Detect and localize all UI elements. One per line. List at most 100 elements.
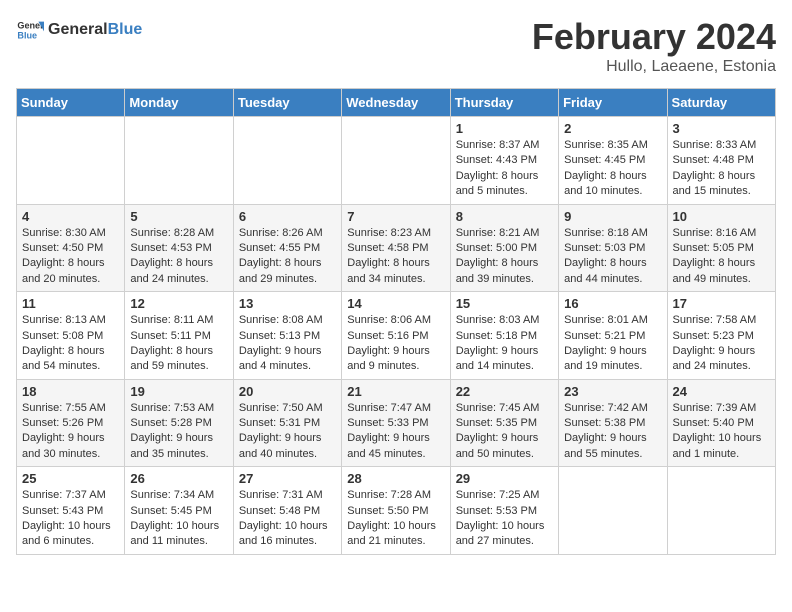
day-info: Sunrise: 8:35 AM Sunset: 4:45 PM Dayligh… [564, 138, 661, 200]
day-number: 27 [239, 471, 336, 486]
day-number: 19 [130, 384, 227, 399]
calendar-cell [125, 117, 233, 205]
calendar-cell: 26Sunrise: 7:34 AM Sunset: 5:45 PM Dayli… [125, 467, 233, 555]
day-number: 5 [130, 209, 227, 224]
header-tuesday: Tuesday [233, 89, 341, 117]
week-row-2: 4 Sunrise: 8:30 AM Sunset: 4:50 PM Daylig… [17, 204, 776, 292]
svg-text:Blue: Blue [17, 30, 37, 40]
calendar-cell [233, 117, 341, 205]
header-monday: Monday [125, 89, 233, 117]
week-row-3: 11 Sunrise: 8:13 AM Sunset: 5:08 PM Dayli… [17, 292, 776, 380]
day-number: 4 [22, 209, 119, 224]
day-info: Sunrise: 7:42 AM Sunset: 5:38 PM Dayligh… [564, 401, 661, 463]
calendar-cell: 2Sunrise: 8:35 AM Sunset: 4:45 PM Daylig… [559, 117, 667, 205]
calendar-cell: 28 Sunrise: 7:28 AM Sunset: 5:50 PM Dayli… [342, 467, 450, 555]
week-row-5: 25 Sunrise: 7:37 AM Sunset: 5:43 PM Dayli… [17, 467, 776, 555]
calendar-cell: 8 Sunrise: 8:21 AM Sunset: 5:00 PM Daylig… [450, 204, 558, 292]
calendar-cell: 27 Sunrise: 7:31 AM Sunset: 5:48 PM Dayli… [233, 467, 341, 555]
day-number: 3 [673, 121, 770, 136]
logo-general: General [48, 21, 108, 38]
header-sunday: Sunday [17, 89, 125, 117]
day-number: 23 [564, 384, 661, 399]
day-info: Sunrise: 7:37 AM Sunset: 5:43 PM Dayligh… [22, 488, 119, 550]
calendar-cell: 17 Sunrise: 7:58 AM Sunset: 5:23 PM Dayli… [667, 292, 775, 380]
logo: General Blue GeneralBlue [16, 16, 142, 44]
calendar-cell: 9 Sunrise: 8:18 AM Sunset: 5:03 PM Daylig… [559, 204, 667, 292]
day-info: Sunrise: 7:50 AM Sunset: 5:31 PM Dayligh… [239, 401, 336, 463]
calendar-cell [667, 467, 775, 555]
calendar-cell: 12 Sunrise: 8:11 AM Sunset: 5:11 PM Dayli… [125, 292, 233, 380]
day-number: 28 [347, 471, 444, 486]
day-number: 11 [22, 296, 119, 311]
day-info: Sunrise: 8:30 AM Sunset: 4:50 PM Dayligh… [22, 226, 119, 288]
day-info: Sunrise: 8:13 AM Sunset: 5:08 PM Dayligh… [22, 313, 119, 375]
calendar-cell: 24Sunrise: 7:39 AM Sunset: 5:40 PM Dayli… [667, 379, 775, 467]
calendar-cell: 3 Sunrise: 8:33 AM Sunset: 4:48 PM Daylig… [667, 117, 775, 205]
day-info: Sunrise: 8:37 AM Sunset: 4:43 PM Dayligh… [456, 138, 553, 200]
title-section: February 2024 Hullo, Laeaene, Estonia [532, 16, 776, 76]
day-number: 17 [673, 296, 770, 311]
day-info: Sunrise: 8:21 AM Sunset: 5:00 PM Dayligh… [456, 226, 553, 288]
calendar-cell: 22 Sunrise: 7:45 AM Sunset: 5:35 PM Dayli… [450, 379, 558, 467]
calendar-cell: 14Sunrise: 8:06 AM Sunset: 5:16 PM Dayli… [342, 292, 450, 380]
day-number: 8 [456, 209, 553, 224]
header-thursday: Thursday [450, 89, 558, 117]
day-info: Sunrise: 8:33 AM Sunset: 4:48 PM Dayligh… [673, 138, 770, 200]
calendar-cell: 5 Sunrise: 8:28 AM Sunset: 4:53 PM Daylig… [125, 204, 233, 292]
day-number: 10 [673, 209, 770, 224]
day-info: Sunrise: 8:11 AM Sunset: 5:11 PM Dayligh… [130, 313, 227, 375]
day-info: Sunrise: 7:58 AM Sunset: 5:23 PM Dayligh… [673, 313, 770, 375]
day-number: 22 [456, 384, 553, 399]
month-year: February 2024 [532, 16, 776, 58]
day-number: 15 [456, 296, 553, 311]
day-number: 6 [239, 209, 336, 224]
day-number: 1 [456, 121, 553, 136]
calendar-table: SundayMondayTuesdayWednesdayThursdayFrid… [16, 88, 776, 555]
header-wednesday: Wednesday [342, 89, 450, 117]
calendar-cell: 11 Sunrise: 8:13 AM Sunset: 5:08 PM Dayli… [17, 292, 125, 380]
calendar-cell: 21Sunrise: 7:47 AM Sunset: 5:33 PM Dayli… [342, 379, 450, 467]
calendar-cell: 25 Sunrise: 7:37 AM Sunset: 5:43 PM Dayli… [17, 467, 125, 555]
day-number: 16 [564, 296, 661, 311]
day-info: Sunrise: 7:53 AM Sunset: 5:28 PM Dayligh… [130, 401, 227, 463]
day-number: 9 [564, 209, 661, 224]
day-number: 20 [239, 384, 336, 399]
calendar-cell: 4 Sunrise: 8:30 AM Sunset: 4:50 PM Daylig… [17, 204, 125, 292]
day-info: Sunrise: 8:03 AM Sunset: 5:18 PM Dayligh… [456, 313, 553, 375]
day-info: Sunrise: 8:26 AM Sunset: 4:55 PM Dayligh… [239, 226, 336, 288]
day-info: Sunrise: 8:28 AM Sunset: 4:53 PM Dayligh… [130, 226, 227, 288]
day-number: 12 [130, 296, 227, 311]
location: Hullo, Laeaene, Estonia [532, 58, 776, 76]
logo-blue: Blue [108, 21, 143, 38]
calendar-header-row: SundayMondayTuesdayWednesdayThursdayFrid… [17, 89, 776, 117]
day-number: 14 [347, 296, 444, 311]
calendar-cell [342, 117, 450, 205]
calendar-cell: 1 Sunrise: 8:37 AM Sunset: 4:43 PM Daylig… [450, 117, 558, 205]
calendar-cell: 6 Sunrise: 8:26 AM Sunset: 4:55 PM Daylig… [233, 204, 341, 292]
day-info: Sunrise: 8:18 AM Sunset: 5:03 PM Dayligh… [564, 226, 661, 288]
day-info: Sunrise: 8:23 AM Sunset: 4:58 PM Dayligh… [347, 226, 444, 288]
day-info: Sunrise: 7:55 AM Sunset: 5:26 PM Dayligh… [22, 401, 119, 463]
week-row-4: 18 Sunrise: 7:55 AM Sunset: 5:26 PM Dayli… [17, 379, 776, 467]
calendar-cell: 19 Sunrise: 7:53 AM Sunset: 5:28 PM Dayli… [125, 379, 233, 467]
day-info: Sunrise: 7:31 AM Sunset: 5:48 PM Dayligh… [239, 488, 336, 550]
header-friday: Friday [559, 89, 667, 117]
day-number: 7 [347, 209, 444, 224]
header-saturday: Saturday [667, 89, 775, 117]
day-info: Sunrise: 8:01 AM Sunset: 5:21 PM Dayligh… [564, 313, 661, 375]
calendar-cell: 18 Sunrise: 7:55 AM Sunset: 5:26 PM Dayli… [17, 379, 125, 467]
week-row-1: 1 Sunrise: 8:37 AM Sunset: 4:43 PM Daylig… [17, 117, 776, 205]
day-info: Sunrise: 7:39 AM Sunset: 5:40 PM Dayligh… [673, 401, 770, 463]
day-info: Sunrise: 7:45 AM Sunset: 5:35 PM Dayligh… [456, 401, 553, 463]
day-number: 18 [22, 384, 119, 399]
day-info: Sunrise: 8:08 AM Sunset: 5:13 PM Dayligh… [239, 313, 336, 375]
day-number: 29 [456, 471, 553, 486]
calendar-cell: 29 Sunrise: 7:25 AM Sunset: 5:53 PM Dayli… [450, 467, 558, 555]
calendar-cell [559, 467, 667, 555]
calendar-cell: 10Sunrise: 8:16 AM Sunset: 5:05 PM Dayli… [667, 204, 775, 292]
day-info: Sunrise: 7:28 AM Sunset: 5:50 PM Dayligh… [347, 488, 444, 550]
day-info: Sunrise: 7:25 AM Sunset: 5:53 PM Dayligh… [456, 488, 553, 550]
day-number: 25 [22, 471, 119, 486]
calendar-cell: 16 Sunrise: 8:01 AM Sunset: 5:21 PM Dayli… [559, 292, 667, 380]
header: General Blue GeneralBlue February 2024 H… [16, 16, 776, 76]
